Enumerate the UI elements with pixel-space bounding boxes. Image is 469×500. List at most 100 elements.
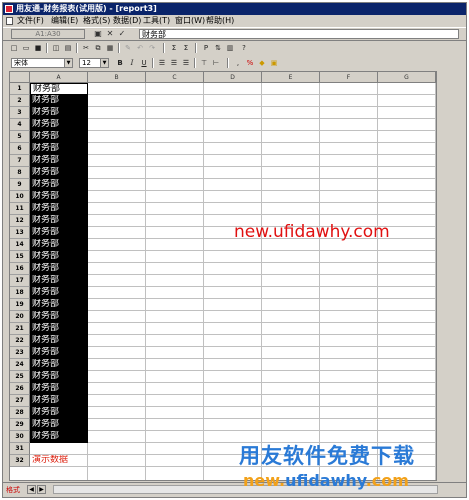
row-header[interactable]: 3 [10, 107, 30, 119]
row-header[interactable]: 26 [10, 383, 30, 395]
document-icon[interactable] [6, 17, 13, 25]
align-center-icon[interactable]: ☰ [169, 58, 179, 68]
underline-button[interactable]: U [139, 58, 149, 68]
font-select[interactable]: 宋体 ▼ [11, 58, 73, 68]
table-cell[interactable]: 财务部 [30, 167, 88, 179]
table-cell[interactable]: 财务部 [30, 419, 88, 431]
function-icon[interactable]: ▣ [93, 29, 103, 39]
row-header[interactable]: 27 [10, 395, 30, 407]
row-header[interactable]: 23 [10, 347, 30, 359]
row-header[interactable]: 14 [10, 239, 30, 251]
align-left-icon[interactable]: ☰ [157, 58, 167, 68]
column-header[interactable]: C [146, 72, 204, 83]
table-cell[interactable]: 财务部 [30, 311, 88, 323]
vertical-scrollbar[interactable] [437, 71, 447, 481]
table-cell[interactable]: 财务部 [30, 95, 88, 107]
print-icon[interactable]: ▤ [63, 43, 73, 53]
row-header[interactable]: 1 [10, 83, 30, 95]
menu-format[interactable]: 格式(S) [83, 15, 110, 27]
row-header[interactable]: 8 [10, 167, 30, 179]
bold-button[interactable]: B [115, 58, 125, 68]
tab-prev-icon[interactable]: ◀ [27, 485, 36, 494]
open-icon[interactable]: ▭ [21, 43, 31, 53]
italic-button[interactable]: I [127, 58, 137, 68]
column-header[interactable]: D [204, 72, 262, 83]
menu-edit[interactable]: 编辑(E) [51, 15, 78, 27]
menu-data[interactable]: 数据(D) [113, 15, 141, 27]
vertical-align-icon[interactable]: ⊤ [199, 58, 209, 68]
redo-icon[interactable]: ↷ [147, 43, 157, 53]
percent-button[interactable]: % [245, 58, 255, 68]
table-cell[interactable]: 财务部 [30, 407, 88, 419]
border-icon[interactable]: ▣ [269, 58, 279, 68]
table-cell[interactable]: 财务部 [30, 431, 88, 443]
sum-icon[interactable]: Σ [169, 43, 179, 53]
column-header[interactable]: G [378, 72, 436, 83]
table-cell[interactable]: 财务部 [30, 287, 88, 299]
row-header[interactable]: 17 [10, 275, 30, 287]
formula-input[interactable]: 财务部 [139, 29, 459, 39]
table-cell[interactable] [30, 443, 88, 455]
table-cell[interactable]: 财务部 [30, 83, 88, 95]
cut-icon[interactable]: ✂ [81, 43, 91, 53]
table-cell[interactable]: 财务部 [30, 275, 88, 287]
row-header[interactable]: 28 [10, 407, 30, 419]
table-cell[interactable]: 演示数据 [30, 455, 88, 467]
confirm-icon[interactable]: ✓ [117, 29, 127, 39]
row-header[interactable]: 20 [10, 311, 30, 323]
row-header[interactable]: 15 [10, 251, 30, 263]
row-header[interactable]: 22 [10, 335, 30, 347]
merge-icon[interactable]: ⊢ [211, 58, 221, 68]
table-cell[interactable]: 财务部 [30, 251, 88, 263]
table-cell[interactable]: 财务部 [30, 107, 88, 119]
table-cell[interactable]: 财务部 [30, 119, 88, 131]
table-cell[interactable]: 财务部 [30, 383, 88, 395]
font-size-select[interactable]: 12 ▼ [79, 58, 109, 68]
format-painter-icon[interactable]: ✎ [123, 43, 133, 53]
row-header[interactable]: 11 [10, 203, 30, 215]
row-header[interactable]: 4 [10, 119, 30, 131]
row-header[interactable]: 31 [10, 443, 30, 455]
table-cell[interactable]: 财务部 [30, 359, 88, 371]
column-header[interactable]: A [30, 72, 88, 83]
row-header[interactable]: 18 [10, 287, 30, 299]
separator-icon[interactable]: , [233, 58, 243, 68]
menu-help[interactable]: 帮助(H) [206, 15, 234, 27]
table-cell[interactable]: 财务部 [30, 203, 88, 215]
align-right-icon[interactable]: ☰ [181, 58, 191, 68]
corner-header[interactable] [10, 72, 30, 83]
row-header[interactable]: 2 [10, 95, 30, 107]
chevron-down-icon[interactable]: ▼ [100, 59, 108, 67]
table-cell[interactable]: 财务部 [30, 179, 88, 191]
row-header[interactable]: 29 [10, 419, 30, 431]
paste-icon[interactable]: ▦ [105, 43, 115, 53]
name-box[interactable]: A1:A30 [11, 29, 85, 39]
undo-icon[interactable]: ↶ [135, 43, 145, 53]
menu-file[interactable]: 文件(F) [17, 15, 44, 27]
menu-window[interactable]: 窗口(W) [175, 15, 205, 27]
table-cell[interactable]: 财务部 [30, 143, 88, 155]
help-icon[interactable]: ? [239, 43, 249, 53]
table-cell[interactable]: 财务部 [30, 323, 88, 335]
table-cell[interactable]: 财务部 [30, 227, 88, 239]
table-cell[interactable]: 财务部 [30, 371, 88, 383]
row-header[interactable]: 16 [10, 263, 30, 275]
save-icon[interactable]: ■ [33, 43, 43, 53]
column-header[interactable]: F [320, 72, 378, 83]
sum-select-icon[interactable]: Σ [181, 43, 191, 53]
row-header[interactable]: 13 [10, 227, 30, 239]
row-header[interactable]: 24 [10, 359, 30, 371]
decimal-icon[interactable]: ◆ [257, 58, 267, 68]
tab-next-icon[interactable]: ▶ [37, 485, 46, 494]
row-header[interactable]: 32 [10, 455, 30, 467]
cancel-icon[interactable]: ✕ [105, 29, 115, 39]
row-header[interactable]: 5 [10, 131, 30, 143]
row-header[interactable]: 25 [10, 371, 30, 383]
row-header[interactable]: 6 [10, 143, 30, 155]
row-header[interactable]: 9 [10, 179, 30, 191]
page-setup-icon[interactable]: P [201, 43, 211, 53]
spreadsheet-grid[interactable]: ABCDEFG 1 2 3 4 5 6 7 8 9 10 11 12 13 14 15 16 17 18 19 20 2… [9, 71, 437, 481]
row-header[interactable]: 10 [10, 191, 30, 203]
table-cell[interactable]: 财务部 [30, 155, 88, 167]
row-header[interactable]: 30 [10, 431, 30, 443]
